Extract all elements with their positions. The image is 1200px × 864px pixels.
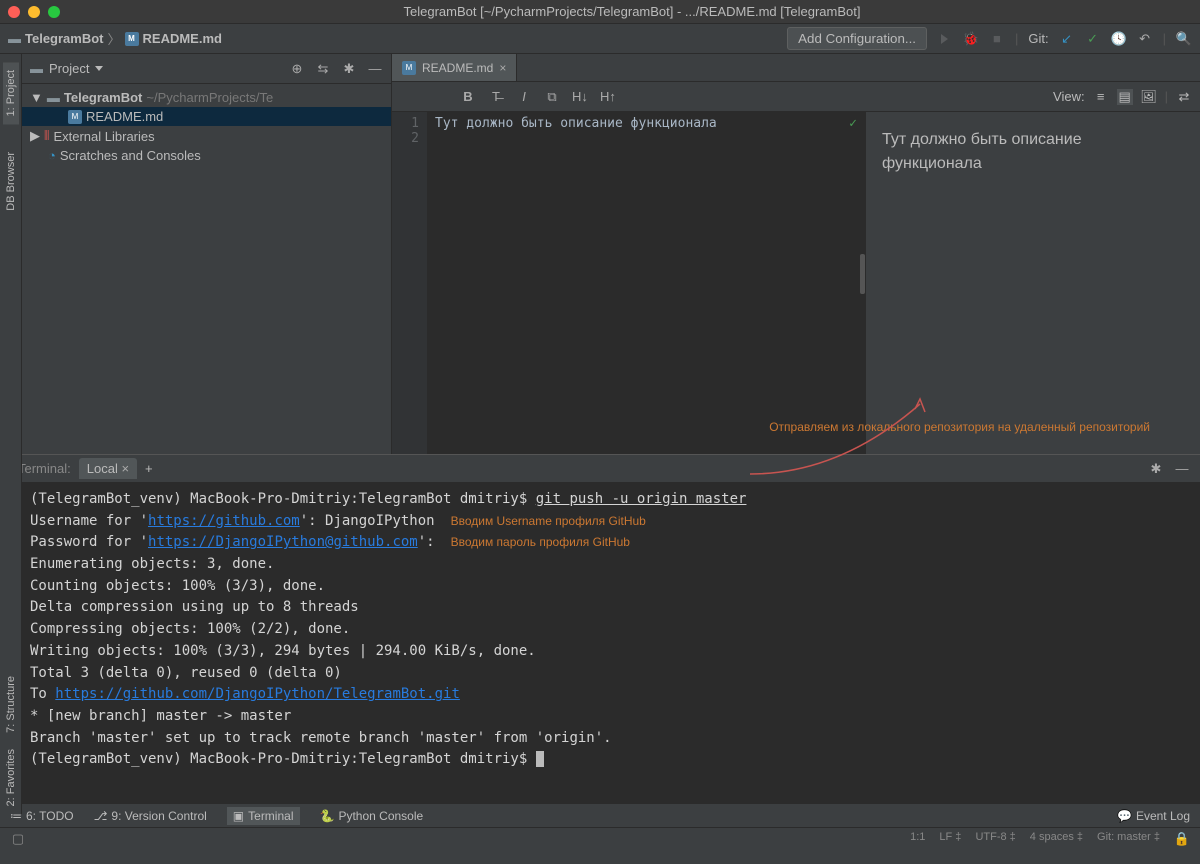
- rail-db-browser[interactable]: DB Browser: [3, 144, 19, 219]
- debug-icon[interactable]: 🐞: [963, 31, 979, 47]
- status-git-branch[interactable]: Git: master ‡: [1097, 831, 1160, 847]
- project-icon: ▬: [30, 61, 43, 76]
- minimize-window-button[interactable]: [28, 6, 40, 18]
- rail-python-console[interactable]: 🐍 Python Console: [320, 809, 424, 823]
- breadcrumb-file[interactable]: M README.md: [125, 31, 222, 46]
- git-commit-icon[interactable]: ✓: [1085, 31, 1101, 47]
- strikethrough-icon[interactable]: T̶: [488, 89, 504, 105]
- tree-file-readme[interactable]: M README.md: [22, 107, 391, 126]
- markdown-icon: M: [402, 61, 416, 75]
- annotation-text: Отправляем из локального репозитория на …: [769, 420, 1150, 434]
- run-icon[interactable]: [937, 31, 953, 47]
- editor-tabs: M README.md ×: [392, 54, 1200, 82]
- navigation-bar: ▬ TelegramBot 〉 M README.md Add Configur…: [0, 24, 1200, 54]
- heading-down-icon[interactable]: H↓: [572, 89, 588, 105]
- tab-readme[interactable]: M README.md ×: [392, 54, 517, 81]
- left-tool-rail: 1: Project DB Browser: [0, 54, 22, 454]
- new-terminal-tab[interactable]: +: [137, 458, 161, 479]
- project-dropdown-icon[interactable]: [95, 66, 103, 71]
- inspection-ok-icon: ✓: [849, 116, 857, 131]
- editor-area: M README.md × B T̶ I ⧉ H↓ H↑ View: ≡ ▤ 🖼…: [392, 54, 1200, 454]
- zoom-window-button[interactable]: [48, 6, 60, 18]
- git-revert-icon[interactable]: ↶: [1137, 31, 1153, 47]
- view-preview-icon[interactable]: 🖼: [1141, 89, 1157, 105]
- terminal-output[interactable]: (TelegramBot_venv) MacBook-Pro-Dmitriy:T…: [0, 483, 1200, 803]
- view-label: View:: [1053, 89, 1085, 104]
- project-panel: ▬ Project ⊕ ⇆ ✱ — ▼ ▬ TelegramBot ~/Pych…: [22, 54, 392, 454]
- split-handle[interactable]: [860, 254, 865, 294]
- close-window-button[interactable]: [8, 6, 20, 18]
- status-caret-pos[interactable]: 1:1: [910, 831, 925, 847]
- project-label[interactable]: Project: [49, 61, 89, 76]
- italic-icon[interactable]: I: [516, 89, 532, 105]
- heading-up-icon[interactable]: H↑: [600, 89, 616, 105]
- markdown-icon: M: [125, 32, 139, 46]
- git-update-icon[interactable]: ↙: [1059, 31, 1075, 47]
- libs-icon: ⫴: [44, 128, 49, 144]
- folder-icon: ▬: [47, 90, 60, 105]
- rail-vcs[interactable]: ⎇ 9: Version Control: [94, 809, 207, 823]
- rail-terminal[interactable]: ▣ Terminal: [227, 807, 300, 825]
- search-icon[interactable]: 🔍: [1176, 31, 1192, 47]
- git-label: Git:: [1028, 31, 1048, 46]
- terminal-hide-icon[interactable]: —: [1174, 461, 1190, 477]
- close-terminal-tab[interactable]: ×: [121, 461, 129, 476]
- view-editor-icon[interactable]: ≡: [1093, 89, 1109, 105]
- status-lock-icon[interactable]: 🔒: [1174, 831, 1190, 847]
- status-encoding[interactable]: UTF-8 ‡: [975, 831, 1015, 847]
- terminal-cursor: [536, 751, 544, 767]
- bottom-tool-rail: ≔ 6: TODO ⎇ 9: Version Control ▣ Termina…: [0, 803, 1200, 827]
- settings-icon[interactable]: ✱: [341, 61, 357, 77]
- close-tab-icon[interactable]: ×: [499, 61, 506, 75]
- status-windows-icon[interactable]: ▢: [10, 831, 26, 847]
- editor-gutter: 1 2: [392, 112, 427, 454]
- window-titlebar: TelegramBot [~/PycharmProjects/TelegramB…: [0, 0, 1200, 24]
- hide-panel-icon[interactable]: —: [367, 61, 383, 77]
- code-icon[interactable]: ⧉: [544, 89, 560, 105]
- status-indent[interactable]: 4 spaces ‡: [1030, 831, 1083, 847]
- breadcrumb-separator: 〉: [108, 29, 121, 48]
- markdown-icon: M: [68, 110, 82, 124]
- window-title: TelegramBot [~/PycharmProjects/TelegramB…: [72, 4, 1192, 19]
- view-split-icon[interactable]: ▤: [1117, 89, 1133, 105]
- scratches-icon: ◔: [48, 148, 56, 163]
- terminal-panel: Terminal: Local × + ✱ — (TelegramBot_ven…: [0, 454, 1200, 803]
- git-history-icon[interactable]: 🕓: [1111, 31, 1127, 47]
- status-line-ending[interactable]: LF ‡: [939, 831, 961, 847]
- project-tree: ▼ ▬ TelegramBot ~/PycharmProjects/Te M R…: [22, 84, 391, 169]
- rail-event-log[interactable]: 💬 Event Log: [1117, 809, 1190, 823]
- bold-icon[interactable]: B: [460, 89, 476, 105]
- markdown-toolbar: B T̶ I ⧉ H↓ H↑ View: ≡ ▤ 🖼 | ⇄: [392, 82, 1200, 112]
- tree-external-libs[interactable]: ▶ ⫴ External Libraries: [22, 126, 391, 146]
- folder-icon: ▬: [8, 31, 21, 46]
- breadcrumb-root[interactable]: ▬ TelegramBot: [8, 31, 104, 46]
- tree-scratches[interactable]: ◔ Scratches and Consoles: [22, 146, 391, 165]
- terminal-tab-local[interactable]: Local ×: [79, 458, 137, 479]
- tree-root[interactable]: ▼ ▬ TelegramBot ~/PycharmProjects/Te: [22, 88, 391, 107]
- expand-all-icon[interactable]: ⇆: [315, 61, 331, 77]
- editor-source[interactable]: 1 2 Тут должно быть описание функционала…: [392, 112, 865, 454]
- select-opened-icon[interactable]: ⊕: [289, 61, 305, 77]
- main-area: 1: Project DB Browser ▬ Project ⊕ ⇆ ✱ — …: [0, 54, 1200, 454]
- stop-icon[interactable]: ■: [989, 31, 1005, 47]
- terminal-settings-icon[interactable]: ✱: [1148, 461, 1164, 477]
- view-swap-icon[interactable]: ⇄: [1176, 89, 1192, 105]
- status-bar: ▢ 1:1 LF ‡ UTF-8 ‡ 4 spaces ‡ Git: maste…: [0, 827, 1200, 849]
- add-configuration-button[interactable]: Add Configuration...: [787, 27, 927, 50]
- rail-project[interactable]: 1: Project: [3, 62, 19, 124]
- editor-preview: Тут должно быть описание функционала: [865, 112, 1200, 454]
